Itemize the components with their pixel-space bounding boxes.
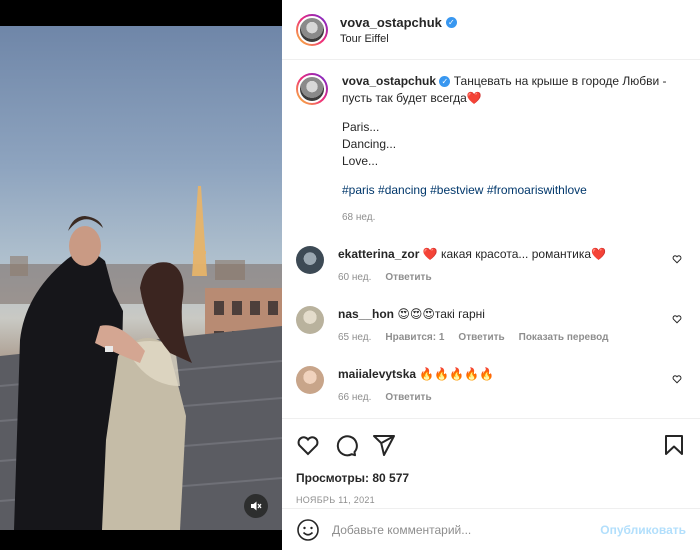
comment-item: ekatterina_zor ❤️ какая красота... роман…: [296, 246, 686, 286]
caption-line: Dancing...: [342, 137, 397, 151]
hashtag-link[interactable]: #dancing: [378, 183, 427, 197]
caption-username[interactable]: vova_ostapchuk: [342, 74, 436, 88]
commenter-avatar[interactable]: [296, 306, 324, 334]
comment-text: 😍😍😍такі гарні: [397, 307, 485, 321]
post-panel: vova_ostapchuk ✓ Tour Eiffel vova_ostapc…: [282, 0, 700, 550]
comment-like-icon[interactable]: [672, 374, 682, 384]
comments-list[interactable]: vova_ostapchuk ✓ Танцевать на крыше в го…: [282, 61, 700, 417]
heart-icon[interactable]: [296, 433, 320, 457]
author-username: vova_ostapchuk: [340, 14, 442, 30]
post-header: vova_ostapchuk ✓ Tour Eiffel: [282, 0, 700, 60]
caption-line: Love...: [342, 154, 379, 168]
hashtag-link[interactable]: #fromoariswithlove: [487, 183, 587, 197]
comment-age: 65 нед.: [338, 332, 372, 343]
comment-item: maiialevytska 🔥🔥🔥🔥🔥 66 нед. Ответить: [296, 366, 686, 406]
translate-button[interactable]: Показать перевод: [519, 330, 609, 346]
post-actions: Просмотры: 80 577 НОЯБРЬ 11, 2021: [282, 418, 700, 505]
comment-likes[interactable]: Нравится: 1: [385, 330, 444, 346]
caption-age: 68 нед.: [342, 212, 376, 223]
caption-heart: ❤️: [466, 91, 482, 105]
publish-button[interactable]: Опубликовать: [600, 523, 686, 537]
comment-icon[interactable]: [334, 433, 358, 457]
bookmark-icon[interactable]: [662, 433, 686, 457]
verified-icon: ✓: [445, 16, 457, 28]
caption-line: Paris...: [342, 120, 380, 134]
media-pane: [0, 0, 282, 550]
post-date: НОЯБРЬ 11, 2021: [296, 495, 375, 505]
post-video[interactable]: [0, 26, 282, 530]
comment-age: 66 нед.: [338, 392, 372, 403]
reply-button[interactable]: Ответить: [385, 390, 431, 406]
comment-input[interactable]: [332, 522, 601, 537]
mute-icon: [251, 501, 262, 511]
caption-avatar[interactable]: [296, 73, 328, 105]
reply-button[interactable]: Ответить: [385, 270, 431, 286]
verified-icon: ✓: [439, 76, 451, 88]
comment-text: ❤️ какая красота... романтика❤️: [422, 247, 606, 261]
hashtag-link[interactable]: #paris: [342, 183, 375, 197]
emoji-icon[interactable]: [296, 518, 320, 542]
share-icon[interactable]: [372, 433, 396, 457]
comment-like-icon[interactable]: [672, 254, 682, 264]
commenter-username[interactable]: maiialevytska: [338, 367, 416, 381]
caption-lines: Paris... Dancing... Love...: [342, 119, 672, 170]
commenter-avatar[interactable]: [296, 246, 324, 274]
views-count[interactable]: Просмотры: 80 577: [296, 471, 686, 485]
comment-item: nas__hon 😍😍😍такі гарні 65 нед. Нравится:…: [296, 306, 686, 346]
hashtag-link[interactable]: #bestview: [430, 183, 483, 197]
hashtags: #paris #dancing #bestview #fromoariswith…: [342, 182, 672, 199]
author-avatar[interactable]: [296, 13, 328, 46]
comment-age: 60 нед.: [338, 272, 372, 283]
add-comment-bar: Опубликовать: [282, 508, 700, 550]
commenter-username[interactable]: ekatterina_zor: [338, 247, 419, 261]
location-link[interactable]: Tour Eiffel: [340, 33, 457, 45]
comment-like-icon[interactable]: [672, 314, 682, 324]
author-username-link[interactable]: vova_ostapchuk ✓: [340, 15, 457, 30]
commenter-avatar[interactable]: [296, 366, 324, 394]
reply-button[interactable]: Ответить: [458, 330, 504, 346]
caption: vova_ostapchuk ✓ Танцевать на крыше в го…: [296, 73, 686, 226]
mute-button[interactable]: [244, 494, 268, 518]
rooftop-scene: [0, 186, 282, 530]
comment-text: 🔥🔥🔥🔥🔥: [419, 367, 495, 381]
commenter-username[interactable]: nas__hon: [338, 307, 394, 321]
